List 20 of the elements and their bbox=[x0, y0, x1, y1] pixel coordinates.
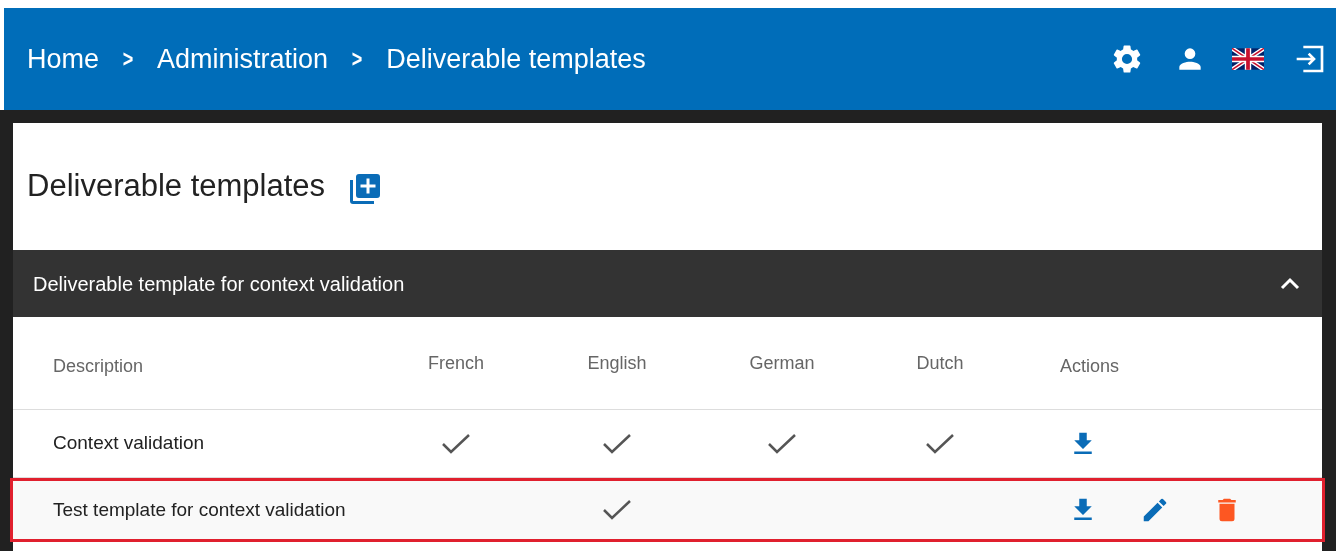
breadcrumb-separator: > bbox=[122, 44, 134, 74]
column-header: French bbox=[428, 351, 484, 375]
breadcrumb-link[interactable]: Administration bbox=[157, 38, 329, 80]
column-header: Description bbox=[53, 354, 144, 378]
breadcrumb-link[interactable]: Deliverable templates bbox=[386, 38, 646, 80]
panel-header[interactable]: Deliverable template for context validation bbox=[13, 250, 1322, 317]
column-header: Dutch bbox=[916, 351, 964, 375]
page-title: Deliverable templates bbox=[27, 167, 326, 206]
highlighted-row[interactable]: Test template for context validation bbox=[10, 478, 1325, 542]
breadcrumb-separator: > bbox=[351, 44, 363, 74]
uk-flag-icon[interactable] bbox=[1232, 48, 1264, 70]
column-header: Actions bbox=[1060, 354, 1120, 378]
table-cell-text: Context validation bbox=[53, 431, 206, 456]
logout-icon[interactable] bbox=[1294, 43, 1326, 75]
panel-title: Deliverable template for context validation bbox=[33, 271, 405, 297]
table-cell-text: Test template for context validation bbox=[53, 497, 347, 522]
breadcrumb-link[interactable]: Home bbox=[27, 38, 100, 80]
column-header: German bbox=[749, 351, 815, 375]
collapse-icon[interactable] bbox=[1280, 276, 1300, 291]
column-header: English bbox=[587, 351, 647, 375]
